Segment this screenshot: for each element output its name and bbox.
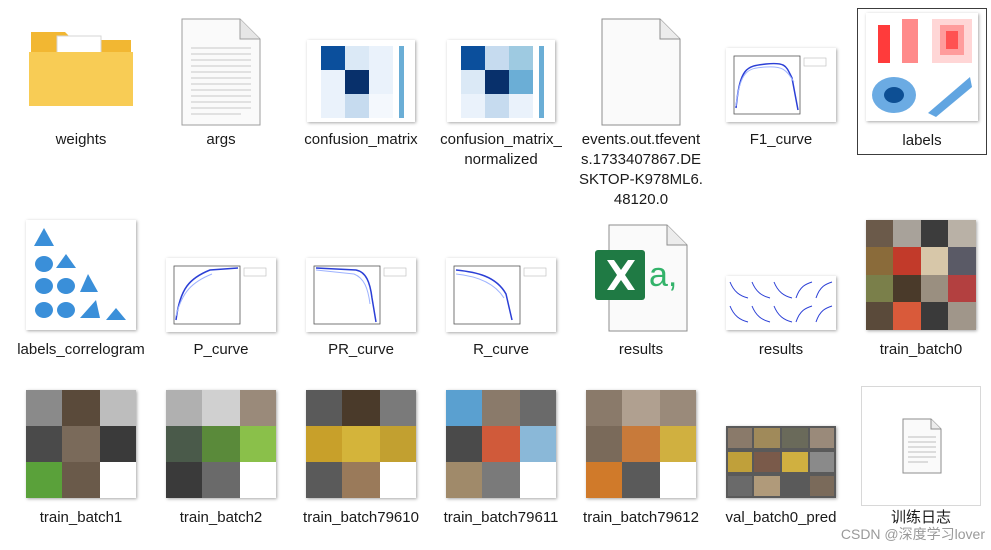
file-name: R_curve bbox=[473, 341, 529, 358]
image-thumbnail bbox=[861, 386, 981, 506]
image-thumbnail bbox=[446, 258, 556, 332]
file-tile-train-batch2[interactable]: train_batch2 bbox=[157, 386, 285, 536]
file-name: confusion_matrix bbox=[304, 131, 418, 148]
file-tile-labels-correlogram[interactable]: labels_correlogram bbox=[17, 218, 145, 378]
file-tile-train-batch1[interactable]: train_batch1 bbox=[17, 386, 145, 536]
file-name: labels_correlogram bbox=[17, 341, 145, 358]
image-thumbnail bbox=[166, 258, 276, 332]
file-name: PR_curve bbox=[328, 341, 394, 358]
file-name: train_batch0 bbox=[879, 341, 963, 358]
file-tile-results-png[interactable]: results bbox=[717, 218, 845, 368]
image-thumbnail bbox=[306, 258, 416, 332]
watermark: CSDN @深度学习lover bbox=[840, 526, 985, 542]
file-tile-p-curve[interactable]: P_curve bbox=[157, 218, 285, 368]
file-name: train_batch79611 bbox=[443, 509, 559, 526]
image-thumbnail bbox=[726, 426, 836, 498]
svg-text:a,: a, bbox=[649, 256, 677, 294]
file-tile-train-batch79612[interactable]: train_batch79612 bbox=[577, 386, 705, 546]
folder-icon bbox=[27, 22, 135, 115]
file-tile-train-batch79611[interactable]: train_batch79611 bbox=[437, 386, 565, 546]
file-name: P_curve bbox=[193, 341, 249, 358]
file-name: F1_curve bbox=[749, 131, 813, 148]
file-tile-training-log[interactable]: 训练日志 bbox=[857, 386, 985, 536]
file-name: train_batch79610 bbox=[303, 509, 419, 526]
file-tile-r-curve[interactable]: R_curve bbox=[437, 218, 565, 368]
file-tile-pr-curve[interactable]: PR_curve bbox=[297, 218, 425, 368]
image-thumbnail bbox=[447, 40, 555, 122]
file-name: train_batch79612 bbox=[583, 509, 699, 526]
image-thumbnail bbox=[446, 390, 556, 498]
file-tile-args[interactable]: args bbox=[157, 8, 285, 158]
file-name: events.out.tfevents.1733407867.DESKTOP-K… bbox=[579, 131, 703, 208]
file-name: train_batch1 bbox=[39, 509, 123, 526]
image-thumbnail bbox=[866, 13, 978, 121]
file-name: weights bbox=[55, 131, 107, 148]
image-thumbnail bbox=[306, 390, 416, 498]
image-thumbnail bbox=[726, 48, 836, 122]
image-thumbnail bbox=[726, 276, 836, 330]
document-icon bbox=[181, 18, 261, 131]
file-name: confusion_matrix_normalized bbox=[440, 131, 562, 168]
file-tile-train-batch0[interactable]: train_batch0 bbox=[857, 218, 985, 368]
file-tile-f1-curve[interactable]: F1_curve bbox=[717, 8, 845, 158]
file-tile-confusion-matrix[interactable]: confusion_matrix bbox=[297, 8, 425, 178]
file-tile-val-batch0-pred[interactable]: val_batch0_pred bbox=[717, 386, 845, 546]
document-icon bbox=[601, 18, 681, 131]
file-tile-train-batch79610[interactable]: train_batch79610 bbox=[297, 386, 425, 546]
file-tile-confusion-matrix-normalized[interactable]: confusion_matrix_normalized bbox=[437, 8, 565, 178]
image-thumbnail bbox=[26, 390, 136, 498]
file-name: results bbox=[758, 341, 804, 358]
image-thumbnail bbox=[307, 40, 415, 122]
file-tile-weights[interactable]: weights bbox=[17, 8, 145, 158]
image-thumbnail bbox=[26, 220, 136, 330]
file-name: args bbox=[206, 131, 236, 148]
file-tile-results-csv[interactable]: a, results bbox=[577, 218, 705, 368]
file-tile-events[interactable]: events.out.tfevents.1733407867.DESKTOP-K… bbox=[577, 8, 705, 218]
image-thumbnail bbox=[586, 390, 696, 498]
file-name: results bbox=[618, 341, 664, 358]
file-name: val_batch0_pred bbox=[725, 509, 837, 526]
image-thumbnail bbox=[866, 220, 976, 330]
file-name: labels bbox=[902, 132, 942, 149]
file-name: train_batch2 bbox=[179, 509, 263, 526]
excel-icon: a, bbox=[593, 224, 689, 337]
image-thumbnail bbox=[166, 390, 276, 498]
file-tile-labels[interactable]: labels bbox=[857, 8, 987, 155]
